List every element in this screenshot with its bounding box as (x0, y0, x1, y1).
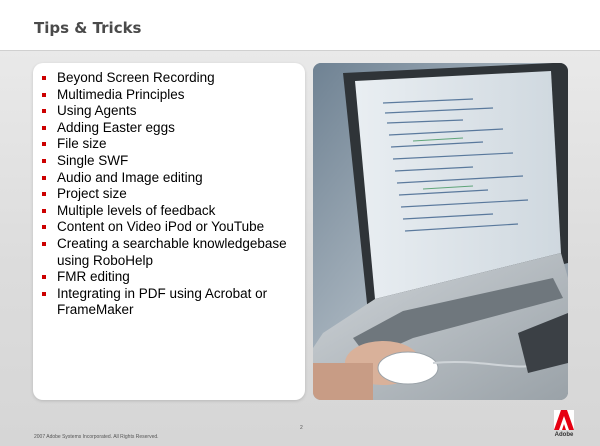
footer-copyright: 2007 Adobe Systems Incorporated. All Rig… (34, 434, 159, 440)
adobe-logo-icon: Adobe (551, 410, 577, 442)
bullet-text: Adding Easter eggs (57, 119, 175, 135)
bullet-item: File size (33, 136, 299, 153)
title-bar: Tips & Tricks (0, 0, 600, 51)
bullet-marker-icon (42, 109, 46, 114)
bullet-marker-icon (42, 192, 46, 197)
page-number: 2 (300, 425, 303, 431)
slide-title: Tips & Tricks (34, 19, 142, 37)
bullet-item: Project size (33, 186, 299, 203)
bullet-marker-icon (42, 125, 46, 130)
bullet-text: File size (57, 136, 107, 152)
bullet-list: Beyond Screen Recording Multimedia Princi… (33, 63, 305, 319)
bullet-text: Multimedia Principles (57, 86, 185, 102)
bullet-item: Using Agents (33, 103, 299, 120)
bullet-item: Multiple levels of feedback (33, 203, 299, 220)
bullet-item: Integrating in PDF using Acrobat or Fram… (33, 286, 299, 319)
adobe-logo-mark (554, 410, 574, 430)
bullet-marker-icon (42, 291, 46, 296)
bullet-item: Beyond Screen Recording (33, 70, 299, 87)
bullet-marker-icon (42, 92, 46, 97)
bullet-marker-icon (42, 241, 46, 246)
bullet-marker-icon (42, 275, 46, 280)
bullet-text: Content on Video iPod or YouTube (57, 219, 265, 235)
bullet-text: Beyond Screen Recording (57, 70, 215, 85)
bullet-text: FMR editing (57, 269, 130, 285)
bullet-text: Single SWF (57, 152, 129, 168)
bullet-text: Audio and Image editing (57, 169, 203, 185)
bullet-text: Multiple levels of feedback (57, 202, 216, 218)
bullet-item: Creating a searchable knowledgebase usin… (33, 236, 299, 269)
bullet-item: Adding Easter eggs (33, 120, 299, 137)
bullet-marker-icon (42, 175, 46, 180)
bullet-text: Creating a searchable knowledgebase usin… (57, 235, 287, 268)
bullet-item: Single SWF (33, 153, 299, 170)
bullet-item: Multimedia Principles (33, 87, 299, 104)
bullet-marker-icon (42, 76, 46, 80)
laptop-photo (313, 63, 568, 400)
bullet-marker-icon (42, 158, 46, 163)
slide: Tips & Tricks Beyond Screen Recording Mul… (0, 0, 600, 446)
adobe-logo-text: Adobe (554, 432, 574, 438)
bullet-item: FMR editing (33, 269, 299, 286)
bullet-text: Project size (57, 186, 127, 202)
laptop-illustration (313, 63, 568, 400)
bullet-text: Integrating in PDF using Acrobat or Fram… (57, 285, 268, 318)
bullet-marker-icon (42, 142, 46, 147)
bullet-marker-icon (42, 208, 46, 213)
bullet-item: Content on Video iPod or YouTube (33, 219, 299, 236)
bullet-marker-icon (42, 225, 46, 230)
bullet-text: Using Agents (57, 103, 137, 119)
bullet-panel: Beyond Screen Recording Multimedia Princi… (33, 63, 305, 400)
bullet-item: Audio and Image editing (33, 170, 299, 187)
